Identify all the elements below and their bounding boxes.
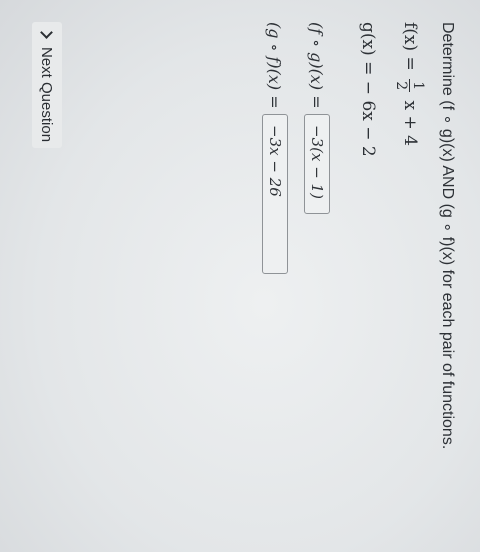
question-prompt: Determine (f ∘ g)(x) AND (g ∘ f)(x) for … [439, 22, 456, 450]
f-lhs: f(x) = [400, 22, 420, 71]
question-panel: Determine (f ∘ g)(x) AND (g ∘ f)(x) for … [0, 0, 480, 552]
fog-answer-input[interactable]: −3(x − 1) [304, 114, 330, 214]
fog-label: (f ∘ g)(x) = [307, 22, 327, 109]
g-lhs: g(x) = [358, 22, 378, 76]
chevron-right-icon [40, 26, 54, 39]
screen: Determine (f ∘ g)(x) AND (g ∘ f)(x) for … [0, 0, 480, 552]
fog-row: (f ∘ g)(x) = −3(x − 1) [302, 22, 332, 214]
g-rhs: − 6x − 2 [358, 80, 378, 157]
next-question-button[interactable]: Next Question [32, 22, 62, 149]
f-fraction-denominator: 2 [393, 81, 409, 91]
next-question-label: Next Question [38, 47, 56, 143]
gof-answer-input[interactable]: −3x − 26 [262, 114, 288, 274]
gof-label: (g ∘ f)(x) = [265, 22, 285, 109]
f-rhs: x + 4 [400, 100, 420, 146]
fog-answer-value: −3(x − 1) [308, 125, 326, 199]
gof-row: (g ∘ f)(x) = −3x − 26 [260, 22, 290, 274]
f-fraction-numerator: 1 [409, 79, 426, 93]
f-fraction: 1 2 [393, 79, 426, 93]
f-definition: f(x) = 1 2 x + 4 [393, 22, 426, 146]
g-definition: g(x) = − 6x − 2 [358, 22, 378, 157]
gof-answer-value: −3x − 26 [266, 125, 284, 197]
